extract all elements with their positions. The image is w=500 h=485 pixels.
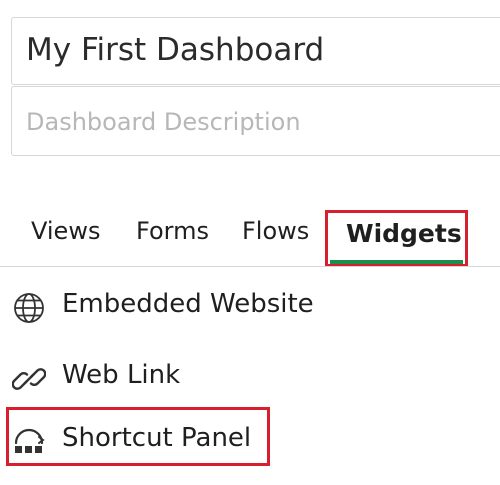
tab-widgets-label: Widgets xyxy=(346,219,462,248)
dashboard-description-input[interactable]: Dashboard Description xyxy=(11,86,500,156)
tabs-divider xyxy=(0,266,500,267)
widget-item-web-link[interactable]: Web Link xyxy=(0,351,500,401)
dashboard-description-placeholder: Dashboard Description xyxy=(26,108,301,136)
link-icon xyxy=(11,362,47,396)
tab-forms[interactable]: Forms xyxy=(136,217,209,245)
dashboard-title-value: My First Dashboard xyxy=(26,32,325,68)
widget-item-label: Web Link xyxy=(62,360,181,390)
tab-widgets[interactable]: Widgets xyxy=(325,210,468,267)
shortcut-panel-icon xyxy=(12,423,46,457)
widget-item-label: Embedded Website xyxy=(62,289,314,319)
widget-item-label: Shortcut Panel xyxy=(62,423,252,453)
tab-flows[interactable]: Flows xyxy=(242,217,309,245)
widget-item-shortcut-panel[interactable]: Shortcut Panel xyxy=(6,407,270,466)
widget-category-tabs: Views Forms Flows Widgets xyxy=(0,200,500,267)
globe-icon xyxy=(12,291,46,325)
dashboard-title-input[interactable]: My First Dashboard xyxy=(11,17,500,85)
tab-views[interactable]: Views xyxy=(31,217,100,245)
widget-item-embedded-website[interactable]: Embedded Website xyxy=(0,280,500,330)
active-tab-indicator xyxy=(330,260,463,264)
